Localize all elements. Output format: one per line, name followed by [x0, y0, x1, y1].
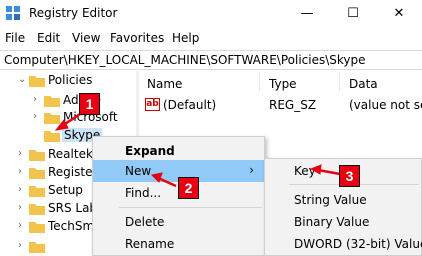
callout-arrowhead-3: [309, 164, 322, 175]
callout-arrowhead-1: [54, 119, 69, 131]
callout-badge-1: 1: [79, 93, 100, 115]
callout-arrows: [54, 112, 341, 188]
callout-arrow-3: [317, 168, 341, 176]
callout-arrowhead-2: [150, 172, 163, 183]
callout-badge-3: 3: [339, 165, 360, 187]
callout-badge-2: 2: [178, 177, 199, 199]
callout-arrow-2: [157, 176, 177, 188]
